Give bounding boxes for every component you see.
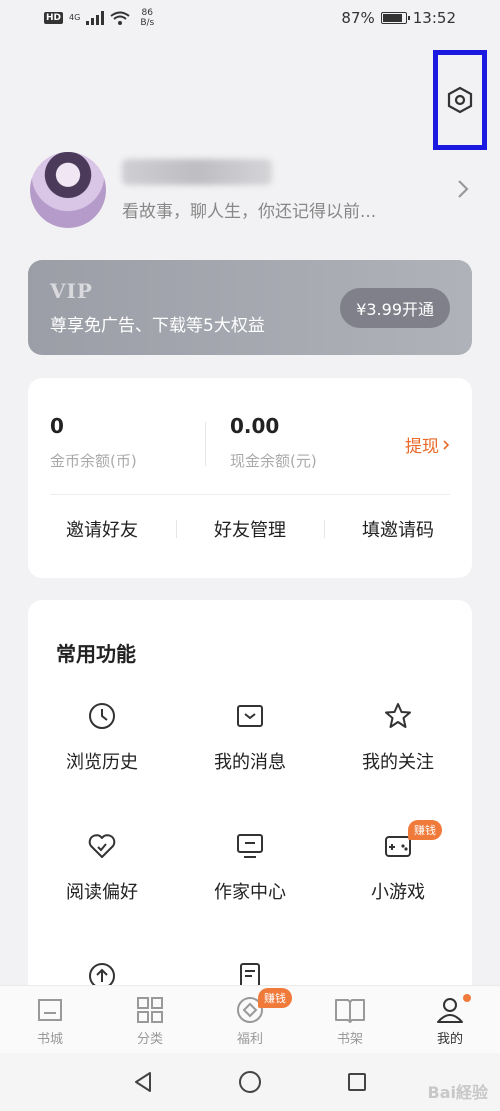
- battery-icon: [380, 12, 410, 24]
- book-icon: [335, 999, 365, 1023]
- section-title: 常用功能: [56, 642, 136, 666]
- home-icon[interactable]: [238, 1070, 262, 1094]
- divider: [205, 422, 206, 466]
- tab-bookshelf[interactable]: 书架: [300, 986, 400, 1053]
- clock-time: 13:52: [412, 9, 456, 27]
- func-label: 浏览历史: [66, 752, 138, 773]
- bottom-tab-bar: 书城 分类 赚钱 福利 书架 我的: [0, 985, 500, 1053]
- func-label: 小游戏: [371, 882, 425, 903]
- system-nav-bar: Bai経验: [0, 1053, 500, 1111]
- star-icon: [382, 700, 414, 732]
- my-messages-item[interactable]: 我的消息: [176, 700, 324, 830]
- watermark: Bai経验: [427, 1083, 488, 1102]
- heart-icon: [86, 830, 118, 862]
- friend-manage-link[interactable]: 好友管理: [176, 516, 324, 542]
- tab-bookstore[interactable]: 书城: [0, 986, 100, 1053]
- my-follows-item[interactable]: 我的关注: [324, 700, 472, 830]
- func-label: 作家中心: [214, 882, 286, 903]
- user-icon: [437, 998, 463, 1023]
- network-type: 4G: [69, 13, 81, 22]
- enter-invite-code-link[interactable]: 填邀请码: [324, 516, 472, 542]
- coin-balance-value: 0: [50, 414, 64, 438]
- vip-title: VIP: [50, 279, 93, 303]
- signal-icon: [86, 11, 105, 25]
- reading-preference-item[interactable]: 阅读偏好: [28, 830, 176, 960]
- status-bar: HD 4G 86 B/s 87% 13:52: [0, 0, 500, 36]
- invite-friends-link[interactable]: 邀请好友: [28, 516, 176, 542]
- earn-money-badge: 赚钱: [258, 988, 292, 1008]
- cash-balance-label: 现金余额(元): [230, 452, 317, 470]
- tab-category[interactable]: 分类: [100, 986, 200, 1053]
- cash-balance[interactable]: 0.00 现金余额(元): [230, 414, 385, 471]
- avatar[interactable]: [30, 152, 106, 228]
- bookstore-icon: [38, 999, 62, 1021]
- profile-header[interactable]: 看故事，聊人生，你还记得以前...: [30, 150, 480, 230]
- withdraw-link[interactable]: 提现: [405, 432, 450, 457]
- vip-banner[interactable]: VIP 尊享免广告、下载等5大权益 ¥3.99开通: [28, 260, 472, 355]
- settings-hexagon-icon: [447, 86, 473, 114]
- func-label: 我的关注: [362, 752, 434, 773]
- tab-mine[interactable]: 我的: [400, 986, 500, 1053]
- profile-bio: 看故事，聊人生，你还记得以前...: [122, 201, 377, 222]
- nickname-blurred: [122, 158, 272, 185]
- writer-center-item[interactable]: 作家中心: [176, 830, 324, 960]
- mini-games-item[interactable]: 赚钱 小游戏: [324, 820, 472, 960]
- divider: [50, 494, 450, 495]
- withdraw-label: 提现: [405, 437, 439, 457]
- coin-balance-label: 金币余额(币): [50, 452, 137, 470]
- func-label: 我的消息: [214, 752, 286, 773]
- back-icon[interactable]: [132, 1071, 154, 1093]
- coin-balance[interactable]: 0 金币余额(币): [50, 414, 205, 471]
- chevron-right-icon[interactable]: [456, 178, 470, 200]
- recents-icon[interactable]: [346, 1071, 368, 1093]
- func-label: 阅读偏好: [66, 882, 138, 903]
- browse-history-item[interactable]: 浏览历史: [28, 700, 176, 830]
- network-speed: 86 B/s: [140, 8, 155, 28]
- settings-button[interactable]: [433, 50, 487, 150]
- vip-open-button[interactable]: ¥3.99开通: [340, 287, 450, 328]
- vip-description: 尊享免广告、下载等5大权益: [50, 316, 265, 336]
- wallet-card: 0 金币余额(币) 0.00 现金余额(元) 提现 邀请好友 好友管理 填邀请码: [28, 378, 472, 578]
- message-icon: [234, 700, 266, 732]
- grid-icon: [137, 997, 163, 1023]
- clock-icon: [86, 700, 118, 732]
- battery-percent: 87%: [341, 9, 375, 27]
- notification-dot: [463, 994, 471, 1002]
- hd-indicator: HD: [44, 12, 64, 24]
- tab-welfare[interactable]: 赚钱 福利: [200, 986, 300, 1053]
- chevron-right-small-icon: [443, 439, 450, 450]
- wifi-icon: [110, 11, 130, 25]
- monitor-icon: [234, 830, 266, 862]
- earn-money-badge: 赚钱: [408, 820, 442, 840]
- cash-balance-value: 0.00: [230, 414, 280, 438]
